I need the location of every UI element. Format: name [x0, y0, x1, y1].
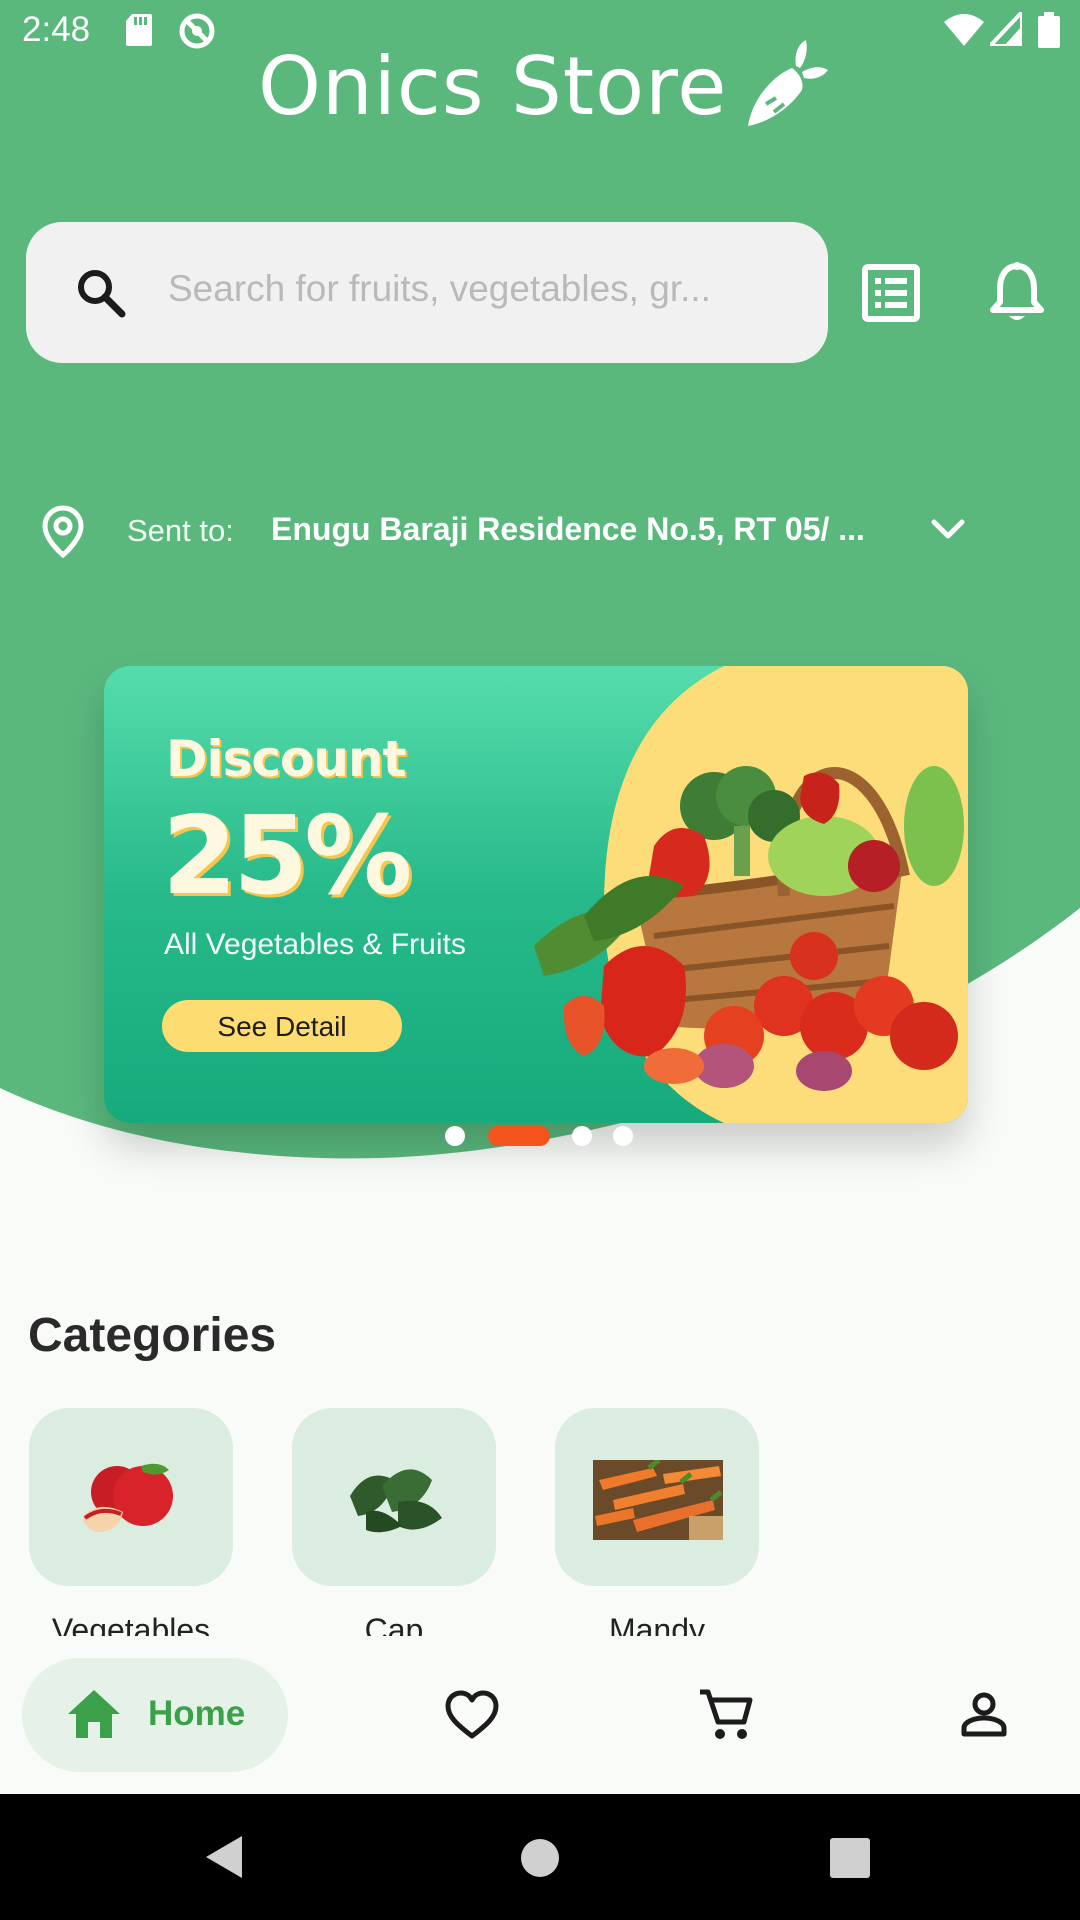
location-pin-icon — [40, 504, 86, 562]
sent-to-label: Sent to: — [127, 513, 234, 548]
signal-icon — [985, 6, 1024, 50]
heart-icon[interactable] — [444, 1690, 500, 1744]
nav-home-label[interactable]: Home — [148, 1694, 245, 1734]
banner-discount-value: 25% — [162, 794, 413, 919]
sync-disabled-icon — [178, 12, 216, 54]
promo-banner[interactable]: Discount 25% All Vegetables & Fruits See… — [104, 666, 968, 1123]
category-label: Cap — [364, 1612, 424, 1636]
category-card-vegetables[interactable] — [29, 1408, 233, 1586]
status-time: 2:48 — [22, 10, 91, 49]
search-icon[interactable] — [76, 268, 126, 322]
back-icon[interactable] — [204, 1834, 244, 1884]
delivery-address[interactable]: Enugu Baraji Residence No.5, RT 05/ ... — [271, 511, 865, 548]
apple-image — [83, 1463, 173, 1532]
battery-icon — [1038, 12, 1060, 52]
profile-icon[interactable] — [960, 1692, 1008, 1742]
sd-card-icon — [124, 12, 154, 52]
carousel-dot[interactable] — [445, 1126, 465, 1146]
banner-title: Discount — [166, 730, 406, 788]
wifi-icon — [944, 12, 984, 50]
cart-icon[interactable] — [698, 1688, 754, 1746]
category-label: Vegetables — [51, 1612, 211, 1636]
list-icon[interactable] — [862, 264, 920, 326]
home-circle-icon[interactable] — [520, 1838, 560, 1882]
carrot-logo-icon — [742, 40, 828, 134]
category-card-cap[interactable] — [292, 1408, 496, 1586]
spinach-image — [350, 1469, 442, 1533]
search-input[interactable] — [166, 260, 810, 318]
bell-icon[interactable] — [988, 262, 1046, 328]
carousel-dot[interactable] — [572, 1126, 592, 1146]
category-label: Mandy — [608, 1612, 706, 1636]
carrots-image — [593, 1460, 723, 1540]
categories-heading: Categories — [28, 1309, 277, 1362]
see-detail-button[interactable]: See Detail — [162, 1000, 402, 1052]
home-icon[interactable] — [66, 1688, 122, 1744]
category-card-mandy[interactable] — [555, 1408, 759, 1586]
recent-apps-icon[interactable] — [830, 1838, 870, 1882]
vegetable-basket-image — [534, 766, 964, 1091]
carousel-dot[interactable] — [613, 1126, 633, 1146]
banner-subtitle: All Vegetables & Fruits — [164, 928, 466, 961]
chevron-down-icon[interactable] — [930, 518, 966, 546]
carousel-dot-active[interactable] — [488, 1126, 550, 1146]
app-title: Onics Store — [258, 40, 728, 133]
